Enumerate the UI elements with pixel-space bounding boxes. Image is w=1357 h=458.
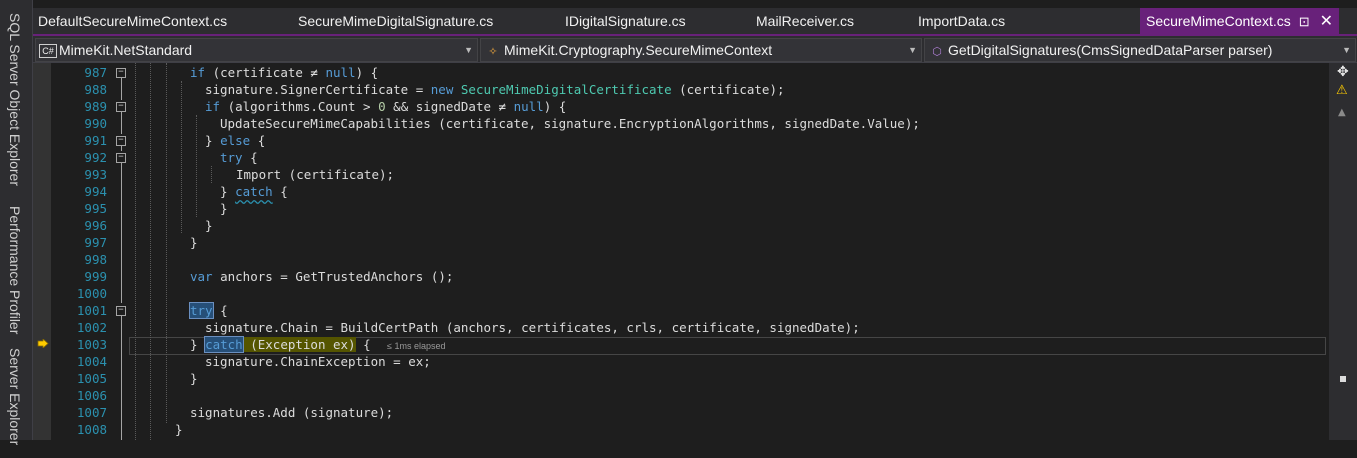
- indent-guide: [181, 81, 182, 233]
- line-number: 1002: [76, 320, 107, 335]
- line-number: 995: [84, 201, 107, 216]
- indent-guide: [150, 63, 151, 440]
- sql-server-object-explorer-tab[interactable]: SQL Server Object Explorer: [2, 6, 28, 192]
- warning-icon[interactable]: ⚠: [1336, 83, 1348, 98]
- code-line: if (algorithms.Count > 0 && signedDate ≠…: [205, 99, 567, 114]
- tab-secure-mime-context-label: SecureMimeContext.cs: [1146, 13, 1291, 29]
- line-number: 993: [84, 167, 107, 182]
- line-number: 1007: [76, 405, 107, 420]
- collapse-toggle[interactable]: −: [116, 153, 126, 163]
- indent-guide: [211, 166, 212, 183]
- code-line: try {: [189, 302, 228, 319]
- line-number: 1008: [76, 422, 107, 437]
- csharp-project-icon: C#: [39, 44, 57, 59]
- code-line: }: [205, 218, 213, 233]
- tab-secure-mime-digital-signature[interactable]: SecureMimeDigitalSignature.cs: [294, 8, 497, 34]
- code-line: }: [190, 371, 198, 386]
- line-number: 1003: [76, 337, 107, 352]
- tab-secure-mime-context[interactable]: SecureMimeContext.cs ⊡ ✕: [1140, 8, 1340, 35]
- document-tab-bar: DefaultSecureMimeContext.cs SecureMimeDi…: [33, 8, 1357, 34]
- code-line: } catch {: [220, 184, 288, 199]
- line-number: 991: [84, 133, 107, 148]
- code-line: } catch (Exception ex) {: [190, 336, 371, 353]
- split-icon[interactable]: ✥: [1337, 64, 1349, 80]
- outline-line: [121, 112, 122, 134]
- side-tool-strip: SQL Server Object Explorer Performance P…: [0, 0, 33, 445]
- close-icon[interactable]: ✕: [1320, 9, 1333, 35]
- line-number: 996: [84, 218, 107, 233]
- outline-line: [121, 146, 122, 151]
- collapse-toggle[interactable]: −: [116, 136, 126, 146]
- scroll-marker: [1340, 376, 1346, 382]
- tab-default-secure-mime-context[interactable]: DefaultSecureMimeContext.cs: [34, 8, 231, 34]
- line-number: 999: [84, 269, 107, 284]
- type-name: MimeKit.Cryptography.SecureMimeContext: [504, 42, 773, 58]
- chevron-down-icon: ▼: [908, 45, 917, 55]
- code-line: } else {: [205, 133, 266, 148]
- project-dropdown[interactable]: C# MimeKit.NetStandard ▼: [35, 38, 478, 62]
- line-number: 1005: [76, 371, 107, 386]
- code-line: }: [190, 235, 198, 250]
- performance-profiler-tab[interactable]: Performance Profiler: [2, 200, 28, 340]
- indent-guide: [166, 63, 167, 423]
- tab-import-data[interactable]: ImportData.cs: [914, 8, 1009, 34]
- line-number: 1000: [76, 286, 107, 301]
- line-number: 997: [84, 235, 107, 250]
- scroll-up-icon[interactable]: ▲: [1338, 107, 1346, 118]
- outline-line: [121, 316, 122, 440]
- indent-guide: [196, 115, 197, 217]
- navigation-bar: C# MimeKit.NetStandard ▼ ✧ MimeKit.Cryptog…: [33, 36, 1357, 63]
- line-number: 992: [84, 150, 107, 165]
- line-number: 994: [84, 184, 107, 199]
- chevron-down-icon: ▼: [1342, 45, 1351, 55]
- class-icon: ✧: [488, 46, 498, 58]
- pin-icon[interactable]: ⊡: [1299, 9, 1310, 35]
- code-line: try {: [220, 150, 258, 165]
- line-number: 1004: [76, 354, 107, 369]
- line-number: 990: [84, 116, 107, 131]
- project-name: MimeKit.NetStandard: [59, 42, 193, 58]
- method-icon: ⬡: [932, 46, 942, 58]
- code-line: }: [175, 422, 183, 437]
- line-number: 1006: [76, 388, 107, 403]
- line-number: 1001: [76, 303, 107, 318]
- code-line: signature.ChainException = ex;: [205, 354, 431, 369]
- current-statement-arrow-icon: [37, 339, 49, 348]
- code-editor[interactable]: 987 988 989 990 991 992 993 994 995 996 …: [33, 63, 1329, 440]
- code-line: signature.SignerCertificate = new Secure…: [205, 82, 785, 97]
- type-dropdown[interactable]: ✧ MimeKit.Cryptography.SecureMimeContext …: [480, 38, 922, 62]
- server-explorer-tab[interactable]: Server Explorer: [2, 348, 28, 458]
- perf-tip: ≤ 1ms elapsed: [387, 341, 446, 351]
- line-number: 988: [84, 82, 107, 97]
- breakpoint-margin[interactable]: [33, 63, 51, 440]
- tab-idigital-signature[interactable]: IDigitalSignature.cs: [561, 8, 690, 34]
- collapse-toggle[interactable]: −: [116, 306, 126, 316]
- code-line: signature.Chain = BuildCertPath (anchors…: [205, 320, 860, 335]
- line-number: 998: [84, 252, 107, 267]
- line-number: 989: [84, 99, 107, 114]
- code-line: if (certificate ≠ null) {: [190, 65, 379, 80]
- outline-line: [121, 163, 122, 303]
- code-line: }: [220, 201, 228, 216]
- collapse-toggle[interactable]: −: [116, 68, 126, 78]
- line-number: 987: [84, 65, 107, 80]
- code-line: Import (certificate);: [236, 167, 395, 182]
- member-dropdown[interactable]: ⬡ GetDigitalSignatures(CmsSignedDataParse…: [924, 38, 1356, 62]
- chevron-down-icon: ▼: [464, 45, 473, 55]
- code-line: var anchors = GetTrustedAnchors ();: [190, 269, 454, 284]
- tab-mail-receiver[interactable]: MailReceiver.cs: [752, 8, 858, 34]
- outline-line: [121, 78, 122, 100]
- code-line: UpdateSecureMimeCapabilities (certificat…: [220, 116, 920, 131]
- vertical-scrollbar[interactable]: ✥ ⚠ ▲: [1329, 63, 1357, 440]
- code-line: signatures.Add (signature);: [190, 405, 394, 420]
- member-name: GetDigitalSignatures(CmsSignedDataParser…: [948, 42, 1273, 58]
- indent-guide: [135, 63, 136, 440]
- collapse-toggle[interactable]: −: [116, 102, 126, 112]
